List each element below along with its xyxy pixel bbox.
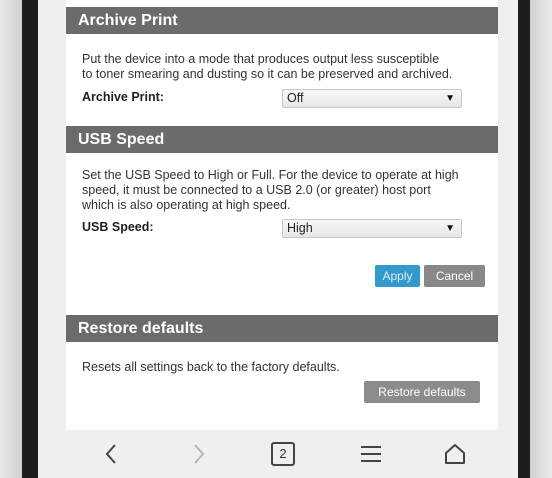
cancel-button[interactable]: Cancel (424, 265, 485, 287)
device-bezel-left (0, 0, 22, 478)
usb-speed-header: USB Speed (66, 126, 498, 153)
device-bezel-right (530, 0, 552, 478)
archive-print-value: Off (287, 91, 304, 105)
tab-count: 2 (271, 441, 295, 466)
usb-speed-value: High (287, 221, 313, 235)
archive-desc-line: Put the device into a mode that produces… (82, 52, 440, 66)
menu-icon[interactable] (356, 430, 386, 478)
archive-print-header: Archive Print (66, 7, 498, 34)
usb-desc-line: speed, it must be connected to a USB 2.0… (82, 183, 431, 197)
restore-defaults-description: Resets all settings back to the factory … (82, 360, 340, 374)
usb-desc-line: which is also operating at high speed. (82, 198, 291, 212)
back-icon[interactable] (96, 430, 126, 478)
tabs-icon[interactable]: 2 (268, 430, 298, 478)
archive-print-label: Archive Print: (82, 90, 164, 104)
home-icon[interactable] (440, 430, 470, 478)
settings-page: Archive Print Put the device into a mode… (66, 0, 498, 430)
usb-desc-line: Set the USB Speed to High or Full. For t… (82, 168, 459, 182)
phone-screen: Archive Print Put the device into a mode… (38, 0, 518, 478)
usb-speed-select[interactable]: High ▼ (282, 219, 462, 238)
archive-desc-line: to toner smearing and dusting so it can … (82, 67, 453, 81)
archive-print-select[interactable]: Off ▼ (282, 89, 462, 108)
restore-defaults-header: Restore defaults (66, 315, 498, 342)
apply-button[interactable]: Apply (375, 265, 420, 287)
restore-defaults-button[interactable]: Restore defaults (364, 381, 480, 403)
archive-print-description: Put the device into a mode that produces… (82, 52, 484, 82)
dropdown-arrow-icon: ▼ (445, 93, 455, 104)
usb-speed-description: Set the USB Speed to High or Full. For t… (82, 168, 484, 213)
dropdown-arrow-icon: ▼ (445, 223, 455, 234)
forward-icon[interactable] (184, 430, 214, 478)
browser-nav-bar: 2 (38, 430, 518, 478)
usb-speed-label: USB Speed: (82, 220, 154, 234)
